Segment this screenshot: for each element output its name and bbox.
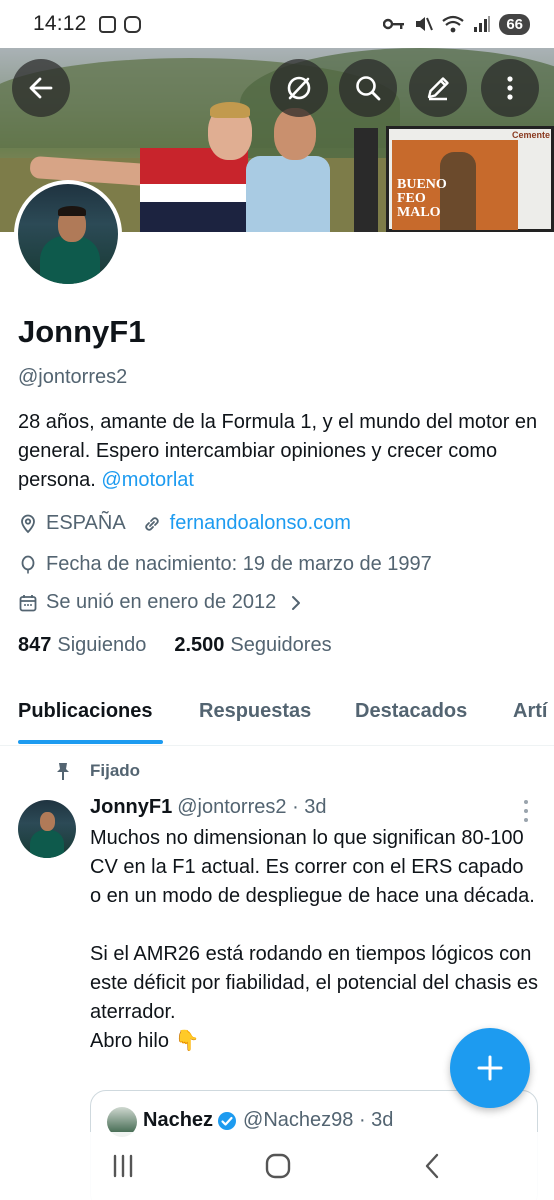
status-time: 14:12 [33,12,87,35]
grok-icon [287,76,311,100]
system-navigation-bar [0,1132,554,1200]
following-count: 847 [18,634,52,656]
tab-articulos[interactable]: Artí [513,700,547,723]
followers-count: 2.500 [174,634,225,656]
profile-tabs: Publicaciones Respuestas Destacados Artí [0,690,554,746]
instagram-icon [123,15,141,33]
post-author-avatar[interactable] [18,800,76,858]
pinned-label-row: Fijado [52,760,140,782]
grok-button[interactable] [270,59,328,117]
bio-text: 28 años, amante de la Formula 1, y el mu… [18,411,538,491]
post-more-icon[interactable] [516,800,536,822]
profile-meta-birthday-row: Fecha de nacimiento: 19 de marzo de 1997 [18,553,432,576]
pin-icon [57,763,69,780]
banner-person-shirt-band [140,184,248,202]
screenshot-icon [98,15,116,33]
profile-avatar[interactable] [14,180,122,288]
system-back-button[interactable] [416,1150,450,1182]
banner-person2-shirt [246,156,330,232]
post-avatar-head [40,812,55,831]
status-left-icons [98,15,141,33]
post-author-name[interactable]: JonnyF1 [90,796,172,818]
banner-poster-text: BUENO FEO MALO [397,177,447,220]
bio-mention-link[interactable]: @motorlat [101,469,194,491]
profile-display-name: JonnyF1 [18,314,146,349]
back-button[interactable] [12,59,70,117]
mute-icon [416,17,434,31]
quoted-post-header: Nachez @Nachez98 · 3d [143,1109,393,1132]
edit-profile-button[interactable] [409,59,467,117]
tab-destacados[interactable]: Destacados [355,700,467,723]
recents-icon [113,1154,133,1178]
post-author-handle[interactable]: @jontorres2 [177,796,286,818]
followers-label: Seguidores [230,634,332,656]
avatar-body [40,236,100,284]
post-avatar-body [30,830,64,858]
more-options-button[interactable] [481,59,539,117]
compose-fab-button[interactable] [450,1028,530,1108]
post-text: Muchos no dimensionan lo que significan … [90,827,539,1052]
post-time: · 3d [292,796,327,818]
search-button[interactable] [339,59,397,117]
quoted-post-time: · 3d [358,1109,394,1131]
signal-icon [474,16,491,32]
pinned-label: Fijado [90,761,141,780]
recents-button[interactable] [106,1150,140,1182]
quoted-author-name: Nachez [143,1109,214,1131]
quoted-author-handle: @Nachez98 [243,1109,354,1131]
verified-badge-icon [218,1111,237,1130]
banner-sign-title: Cemente [512,130,551,140]
wifi-icon [442,15,464,33]
avatar-hair [58,206,86,216]
edit-icon [427,77,449,101]
home-icon [265,1153,291,1179]
following-link[interactable]: 847 Siguiendo [18,634,146,657]
key-icon [383,18,405,30]
banner-person-shirt-lower [140,202,248,232]
search-icon [356,76,381,101]
banner-person-hair [210,102,250,118]
profile-meta-joined-row[interactable]: Se unió en enero de 2012 [18,591,314,614]
back-arrow-icon [29,77,53,99]
active-tab-indicator [18,740,163,744]
tab-publicaciones[interactable]: Publicaciones [18,700,153,723]
tab-respuestas[interactable]: Respuestas [199,700,311,723]
calendar-icon [18,593,38,613]
profile-bio: 28 años, amante de la Formula 1, y el mu… [18,408,538,495]
status-bar: 14:12 66 [0,0,554,48]
home-button[interactable] [261,1150,295,1182]
link-icon [142,514,162,534]
profile-counts: 847 Siguiendo 2.500 Seguidores [18,634,332,657]
profile-joined: Se unió en enero de 2012 [46,591,277,613]
location-icon [18,514,38,534]
balloon-icon [18,555,38,575]
status-right-icons: 66 [383,13,530,35]
chevron-right-icon [286,593,306,613]
post-header: JonnyF1 @jontorres2 · 3d [90,796,327,819]
profile-meta-location-row: ESPAÑA fernandoalonso.com [18,512,351,535]
battery-indicator: 66 [499,13,530,35]
more-vertical-icon [507,76,513,100]
followers-link[interactable]: 2.500 Seguidores [174,634,331,657]
profile-location: ESPAÑA [46,512,126,534]
back-icon [425,1153,439,1179]
following-label: Siguiendo [57,634,147,656]
banner-post [354,128,378,232]
profile-birthday: Fecha de nacimiento: 19 de marzo de 1997 [46,553,432,575]
plus-icon [477,1055,503,1081]
profile-handle: @jontorres2 [18,366,128,388]
profile-website-link[interactable]: fernandoalonso.com [170,512,351,535]
